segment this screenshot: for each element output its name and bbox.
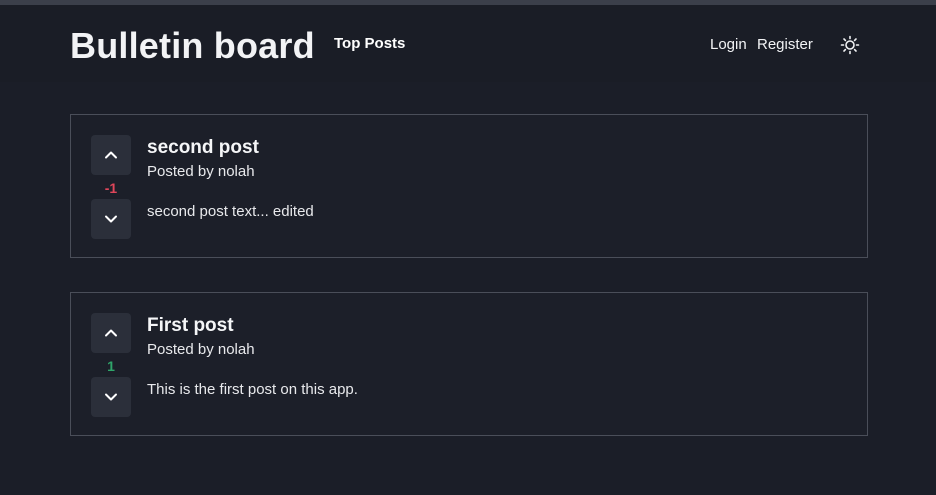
score-value: 1 (107, 358, 115, 374)
post-author: Posted by nolah (147, 163, 255, 180)
chevron-up-icon (105, 329, 117, 337)
post-body: This is the first post on this app. (147, 381, 358, 398)
chevron-up-icon (105, 151, 117, 159)
register-link[interactable]: Register (757, 36, 813, 53)
sun-icon[interactable] (840, 35, 860, 55)
upvote-button[interactable] (91, 135, 131, 175)
site-header: Bulletin board Top Posts Login Register (0, 5, 936, 82)
login-link[interactable]: Login (710, 36, 747, 53)
post-title[interactable]: First post (147, 315, 234, 337)
chevron-down-icon (105, 215, 117, 223)
downvote-button[interactable] (91, 199, 131, 239)
nav-top-posts[interactable]: Top Posts (334, 35, 405, 52)
chevron-down-icon (105, 393, 117, 401)
post-body: second post text... edited (147, 203, 314, 220)
post-title[interactable]: second post (147, 137, 259, 159)
site-brand[interactable]: Bulletin board (70, 25, 315, 67)
score-value: -1 (104, 180, 118, 196)
post-author: Posted by nolah (147, 341, 255, 358)
upvote-button[interactable] (91, 313, 131, 353)
post-card: -1 second post Posted by nolah second po… (70, 114, 868, 258)
downvote-button[interactable] (91, 377, 131, 417)
post-card: 1 First post Posted by nolah This is the… (70, 292, 868, 436)
